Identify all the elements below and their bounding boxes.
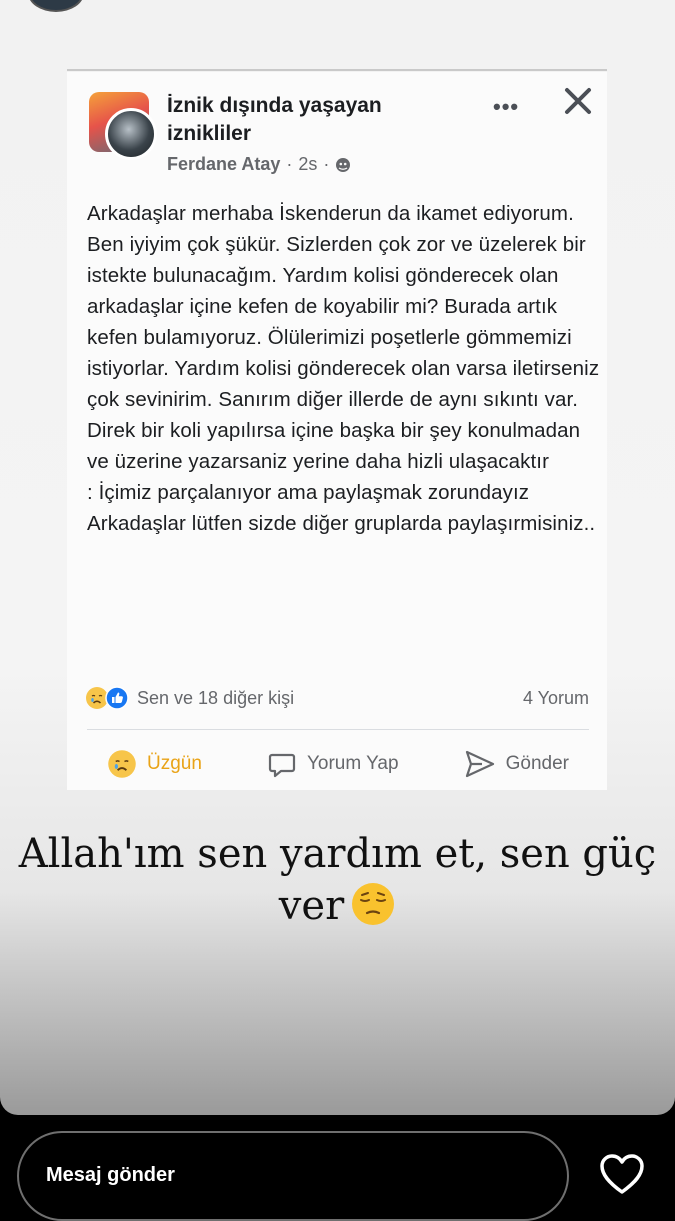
story-avatar[interactable] bbox=[28, 0, 84, 12]
caption-text: Allah'ım sen yardım et, sen güç ver bbox=[18, 831, 657, 929]
story-caption: Allah'ım sen yardım et, sen güç ver bbox=[0, 828, 675, 932]
post-time[interactable]: 2s bbox=[298, 154, 317, 175]
divider bbox=[87, 729, 589, 730]
sad-reaction-button[interactable]: Üzgün bbox=[87, 749, 222, 779]
close-icon[interactable] bbox=[563, 86, 593, 116]
sad-reaction-label: Üzgün bbox=[147, 753, 202, 774]
comment-icon bbox=[268, 753, 296, 778]
avatar[interactable] bbox=[105, 108, 157, 160]
send-label: Gönder bbox=[505, 753, 569, 774]
more-options-icon[interactable]: ••• bbox=[493, 94, 519, 120]
pensive-face-icon bbox=[352, 883, 395, 925]
send-icon bbox=[465, 750, 494, 778]
meta-dot: · bbox=[323, 154, 330, 174]
comment-button[interactable]: Yorum Yap bbox=[247, 749, 419, 779]
meta-dot: · bbox=[286, 154, 293, 174]
send-button[interactable]: Gönder bbox=[444, 749, 589, 779]
comment-count[interactable]: 4 Yorum bbox=[523, 688, 589, 709]
sad-reaction-icon bbox=[108, 750, 136, 778]
heart-icon[interactable] bbox=[598, 1152, 646, 1196]
group-name[interactable]: İznik dışında yaşayan iznikliler bbox=[167, 92, 467, 148]
story-frame: İznik dışında yaşayan iznikliler Ferdane… bbox=[0, 0, 675, 1115]
reaction-count[interactable]: Sen ve 18 diğer kişi bbox=[137, 688, 294, 709]
like-reaction-icon bbox=[105, 686, 129, 710]
message-placeholder: Mesaj gönder bbox=[46, 1164, 175, 1186]
divider bbox=[67, 69, 607, 71]
group-privacy-icon bbox=[336, 157, 351, 172]
action-bar: Üzgün Yorum Yap Gönder bbox=[87, 744, 589, 784]
author-name[interactable]: Ferdane Atay bbox=[167, 154, 280, 175]
post-meta: Ferdane Atay · 2s · bbox=[167, 154, 351, 175]
post-card: İznik dışında yaşayan iznikliler Ferdane… bbox=[67, 72, 607, 790]
comment-label: Yorum Yap bbox=[306, 753, 399, 774]
reactions-row[interactable]: Sen ve 18 diğer kişi 4 Yorum bbox=[85, 683, 589, 713]
post-text: Arkadaşlar merhaba İskenderun da ikamet … bbox=[87, 202, 600, 535]
